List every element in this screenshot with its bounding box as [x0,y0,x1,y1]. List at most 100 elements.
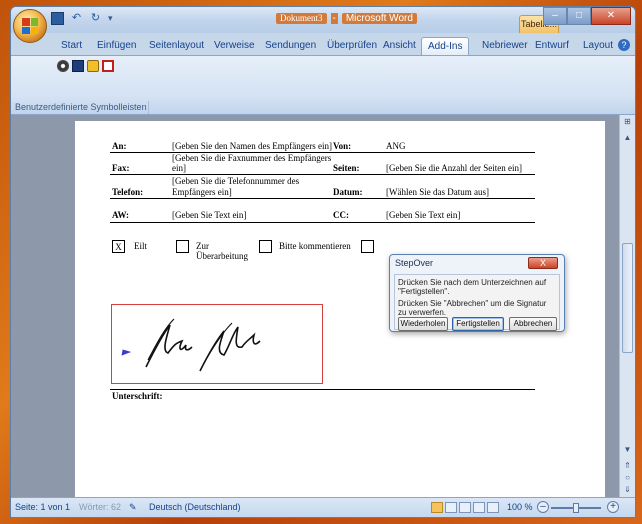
von-field[interactable]: ANG [386,141,406,151]
tab-add-ins[interactable]: Add-Ins [421,37,470,55]
vertical-scrollbar[interactable]: ⊞ ▲ ▼ ⇑ ○ ⇓ [619,115,635,499]
stepover-stop-icon[interactable] [102,60,114,72]
fax-field-line1[interactable]: [Geben Sie die Faxnummer des Empfängers [172,153,331,163]
dialog-message-2: Drücken Sie "Abbrechen" um die Signatur … [398,299,547,317]
stepover-pad-icon[interactable] [72,60,84,72]
page-indicator[interactable]: Seite: 1 von 1 [15,502,70,512]
telefon-field-line2[interactable]: Empfängers ein] [172,187,232,197]
undo-icon[interactable]: ↶ [70,12,83,25]
tab-nebriewer[interactable]: Nebriewer [476,37,534,55]
telefon-field-line1[interactable]: [Geben Sie die Telefonnummer des [172,176,299,186]
seiten-field[interactable]: [Geben Sie die Anzahl der Seiten ein] [386,163,522,173]
stepover-sign-icon[interactable] [57,60,69,72]
checkbox-ueberarbeitung[interactable] [176,240,189,253]
handwritten-signature [121,318,261,372]
view-buttons [431,502,499,513]
dialog-body: Drücken Sie nach dem Unterzeichnen auf "… [394,274,560,331]
ruler-toggle-icon[interactable]: ⊞ [620,117,635,126]
tab-entwurf[interactable]: Entwurf [529,37,575,55]
checkbox-ueberarbeitung-label-line2: Überarbeitung [196,251,248,261]
scroll-thumb[interactable] [622,243,633,353]
von-label: Von: [333,141,352,151]
ribbon-tabs: Start Einfügen Seitenlayout Verweise Sen… [11,33,635,55]
office-logo-icon [22,18,38,34]
word-window: ↶ ↻ ▾ Dokument3 - Microsoft Word Tabelle… [10,6,636,518]
language-indicator[interactable]: Deutsch (Deutschland) [149,502,241,512]
zoom-level[interactable]: 100 % [507,502,533,512]
close-button[interactable]: ✕ [591,7,631,25]
maximize-button[interactable]: □ [567,7,591,25]
datum-label: Datum: [333,187,363,197]
help-icon[interactable]: ? [618,39,630,51]
aw-label: AW: [112,210,130,220]
an-field[interactable]: [Geben Sie den Namen des Empfängers ein] [172,141,332,151]
checkbox-ueberarbeitung-label-line1: Zur [196,241,209,251]
signature-box[interactable] [111,304,323,384]
proofing-icon[interactable]: ✎ [129,502,137,513]
title-separator: - [330,13,338,24]
tab-layout[interactable]: Layout [577,37,619,55]
checkbox-eilt[interactable]: X [112,240,125,253]
an-label: An: [112,141,127,151]
stepover-lock-icon[interactable] [87,60,99,72]
tab-ueberpruefen[interactable]: Überprüfen [321,37,383,55]
status-bar: Seite: 1 von 1 Wörter: 62 ✎ Deutsch (Deu… [11,497,635,517]
tab-ansicht[interactable]: Ansicht [377,37,422,55]
aw-field[interactable]: [Geben Sie Text ein] [172,210,246,220]
cc-field[interactable]: [Geben Sie Text ein] [386,210,460,220]
finish-button[interactable]: Fertigstellen [452,317,504,331]
customize-qat-icon[interactable]: ▾ [108,12,121,25]
zoom-in-icon[interactable]: + [607,501,619,513]
unterschrift-label: Unterschrift: [112,391,163,401]
fax-field-line2[interactable]: ein] [172,163,186,173]
fax-label: Fax: [112,163,130,173]
full-screen-view-icon[interactable] [445,502,457,513]
repeat-button[interactable]: Wiederholen [398,317,448,331]
app-name: Microsoft Word [341,13,417,24]
dialog-close-button[interactable]: X [528,257,558,269]
dialog-message-1: Drücken Sie nach dem Unterzeichnen auf "… [398,278,547,296]
checkbox-kommentieren[interactable] [259,240,272,253]
datum-field[interactable]: [Wählen Sie das Datum aus] [386,187,489,197]
next-page-icon[interactable]: ⇓ [620,485,635,494]
rule-aw [110,222,535,223]
zoom-slider[interactable] [551,503,601,513]
title-bar: ↶ ↻ ▾ Dokument3 - Microsoft Word Tabelle… [11,7,635,43]
outline-view-icon[interactable] [473,502,485,513]
previous-page-icon[interactable]: ⇑ [620,461,635,470]
pen-marker-icon [121,349,132,356]
tab-verweise[interactable]: Verweise [208,37,261,55]
tab-start[interactable]: Start [55,37,88,55]
checkbox-kommentieren-label: Bitte kommentieren [279,241,351,251]
scroll-down-icon[interactable]: ▼ [620,445,635,454]
checkbox-eilt-label: Eilt [134,241,147,251]
telefon-label: Telefon: [112,187,144,197]
save-icon[interactable] [51,12,64,25]
tab-seitenlayout[interactable]: Seitenlayout [143,37,210,55]
zoom-out-icon[interactable]: – [537,501,549,513]
zoom-slider-knob[interactable] [573,503,579,513]
web-layout-view-icon[interactable] [459,502,471,513]
redo-icon[interactable]: ↻ [89,12,102,25]
draft-view-icon[interactable] [487,502,499,513]
word-count[interactable]: Wörter: 62 [79,502,121,512]
rule-signature [110,389,535,390]
browse-object-icon[interactable]: ○ [620,473,635,482]
scroll-up-icon[interactable]: ▲ [620,133,635,142]
checkbox-fourth[interactable] [361,240,374,253]
tab-sendungen[interactable]: Sendungen [259,37,322,55]
cc-label: CC: [333,210,349,220]
document-name: Dokument3 [276,13,327,24]
window-controls: – □ ✕ [543,7,631,25]
tab-einfuegen[interactable]: Einfügen [91,37,142,55]
custom-toolbar [57,60,114,72]
ribbon-group-label: Benutzerdefinierte Symbolleisten [11,101,149,114]
ribbon: Benutzerdefinierte Symbolleisten [11,55,635,115]
minimize-button[interactable]: – [543,7,567,25]
window-title: Dokument3 - Microsoft Word [276,13,417,24]
cancel-button[interactable]: Abbrechen [509,317,557,331]
office-button[interactable] [13,9,47,43]
print-layout-view-icon[interactable] [431,502,443,513]
seiten-label: Seiten: [333,163,360,173]
stepover-dialog: StepOver X Drücken Sie nach dem Unterzei… [389,254,565,332]
